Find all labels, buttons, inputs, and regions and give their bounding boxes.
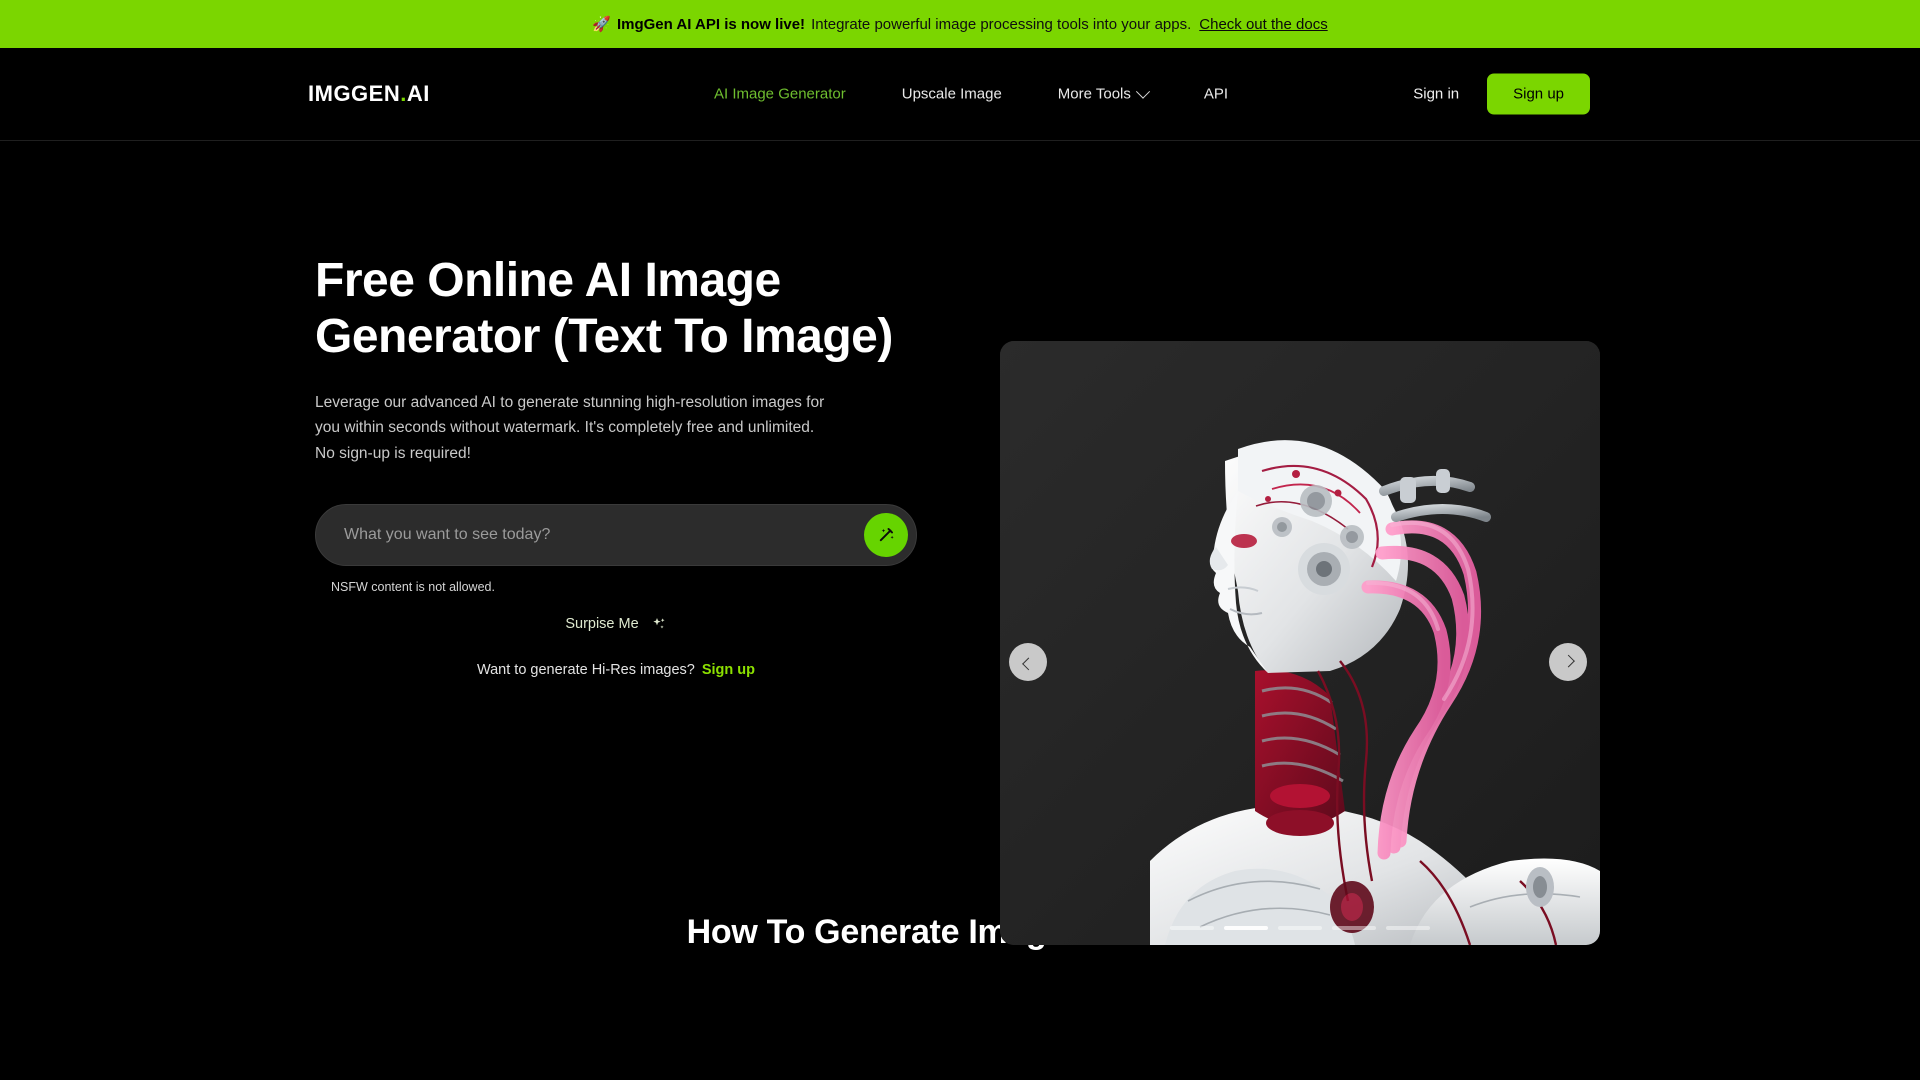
logo-suffix: AI (406, 81, 430, 106)
hires-sign-up-link[interactable]: Sign up (702, 662, 755, 678)
carousel-pagination (1170, 926, 1430, 930)
hero-subtitle: Leverage our advanced AI to generate stu… (315, 394, 825, 462)
pager-bar-1[interactable] (1170, 926, 1214, 930)
chevron-down-icon (1135, 84, 1150, 99)
nav-label: AI Image Generator (714, 85, 846, 103)
page-title: Free Online AI Image Generator (Text To … (315, 254, 893, 363)
nav-label: Upscale Image (901, 85, 1002, 103)
pager-bar-2[interactable] (1224, 926, 1268, 930)
logo-dot: . (400, 81, 407, 106)
carousel-prev-button[interactable] (1009, 643, 1047, 681)
surprise-row: Surpise Me (315, 616, 917, 632)
pager-bar-4[interactable] (1332, 926, 1376, 930)
pager-bar-3[interactable] (1278, 926, 1322, 930)
nav-label: API (1203, 85, 1229, 103)
carousel-image (1000, 341, 1600, 945)
nav-item-upscale-image[interactable]: Upscale Image (874, 86, 1030, 103)
announcement-headline: ImgGen AI API is now live! (616, 15, 806, 33)
announcement-docs-link[interactable]: Check out the docs (1199, 17, 1327, 32)
site-logo[interactable]: IMGGEN.AI (308, 81, 430, 107)
announcement-banner: 🚀 ImgGen AI API is now live! Integrate p… (0, 0, 1920, 48)
sparkles-icon (653, 617, 665, 629)
rocket-icon: 🚀 (592, 15, 611, 33)
surprise-me-label: Surpise Me (565, 615, 639, 632)
hires-text: Want to generate Hi-Res images? (476, 661, 695, 678)
image-carousel[interactable] (1000, 341, 1600, 945)
nsfw-notice: NSFW content is not allowed. (331, 579, 495, 594)
announcement-text: Integrate powerful image processing tool… (811, 15, 1192, 33)
chevron-right-icon (1561, 654, 1575, 667)
hires-row: Want to generate Hi-Res images? Sign up (315, 662, 917, 678)
site-header: IMGGEN.AI AI Image Generator Upscale Ima… (0, 48, 1920, 141)
logo-text: IMGGEN (308, 81, 401, 106)
primary-navigation: AI Image Generator Upscale Image More To… (686, 84, 1256, 103)
surprise-me-button[interactable]: Surpise Me (565, 616, 666, 632)
nav-item-api[interactable]: API (1176, 86, 1256, 103)
generate-button[interactable] (864, 512, 908, 557)
pager-bar-5[interactable] (1386, 926, 1430, 930)
magic-wand-icon (879, 528, 894, 542)
prompt-box[interactable] (315, 503, 917, 566)
sign-up-button[interactable]: Sign up (1487, 73, 1590, 115)
nav-item-ai-image-generator[interactable]: AI Image Generator (686, 86, 874, 103)
hero-section: Free Online AI Image Generator (Text To … (0, 141, 1920, 945)
carousel-next-button[interactable] (1549, 643, 1587, 681)
hero-content: Free Online AI Image Generator (Text To … (315, 253, 935, 678)
prompt-input[interactable] (344, 525, 848, 544)
header-actions: Sign in Sign up (1413, 73, 1590, 115)
nav-item-more-tools[interactable]: More Tools (1030, 84, 1176, 103)
chevron-left-icon (1021, 657, 1035, 670)
how-to-section: How To Generate Image From Text (0, 913, 1920, 952)
how-to-title: How To Generate Image From Text (686, 913, 1234, 951)
nav-label: More Tools (1057, 85, 1131, 103)
prompt-area (315, 503, 917, 566)
sign-in-link[interactable]: Sign in (1413, 86, 1459, 103)
